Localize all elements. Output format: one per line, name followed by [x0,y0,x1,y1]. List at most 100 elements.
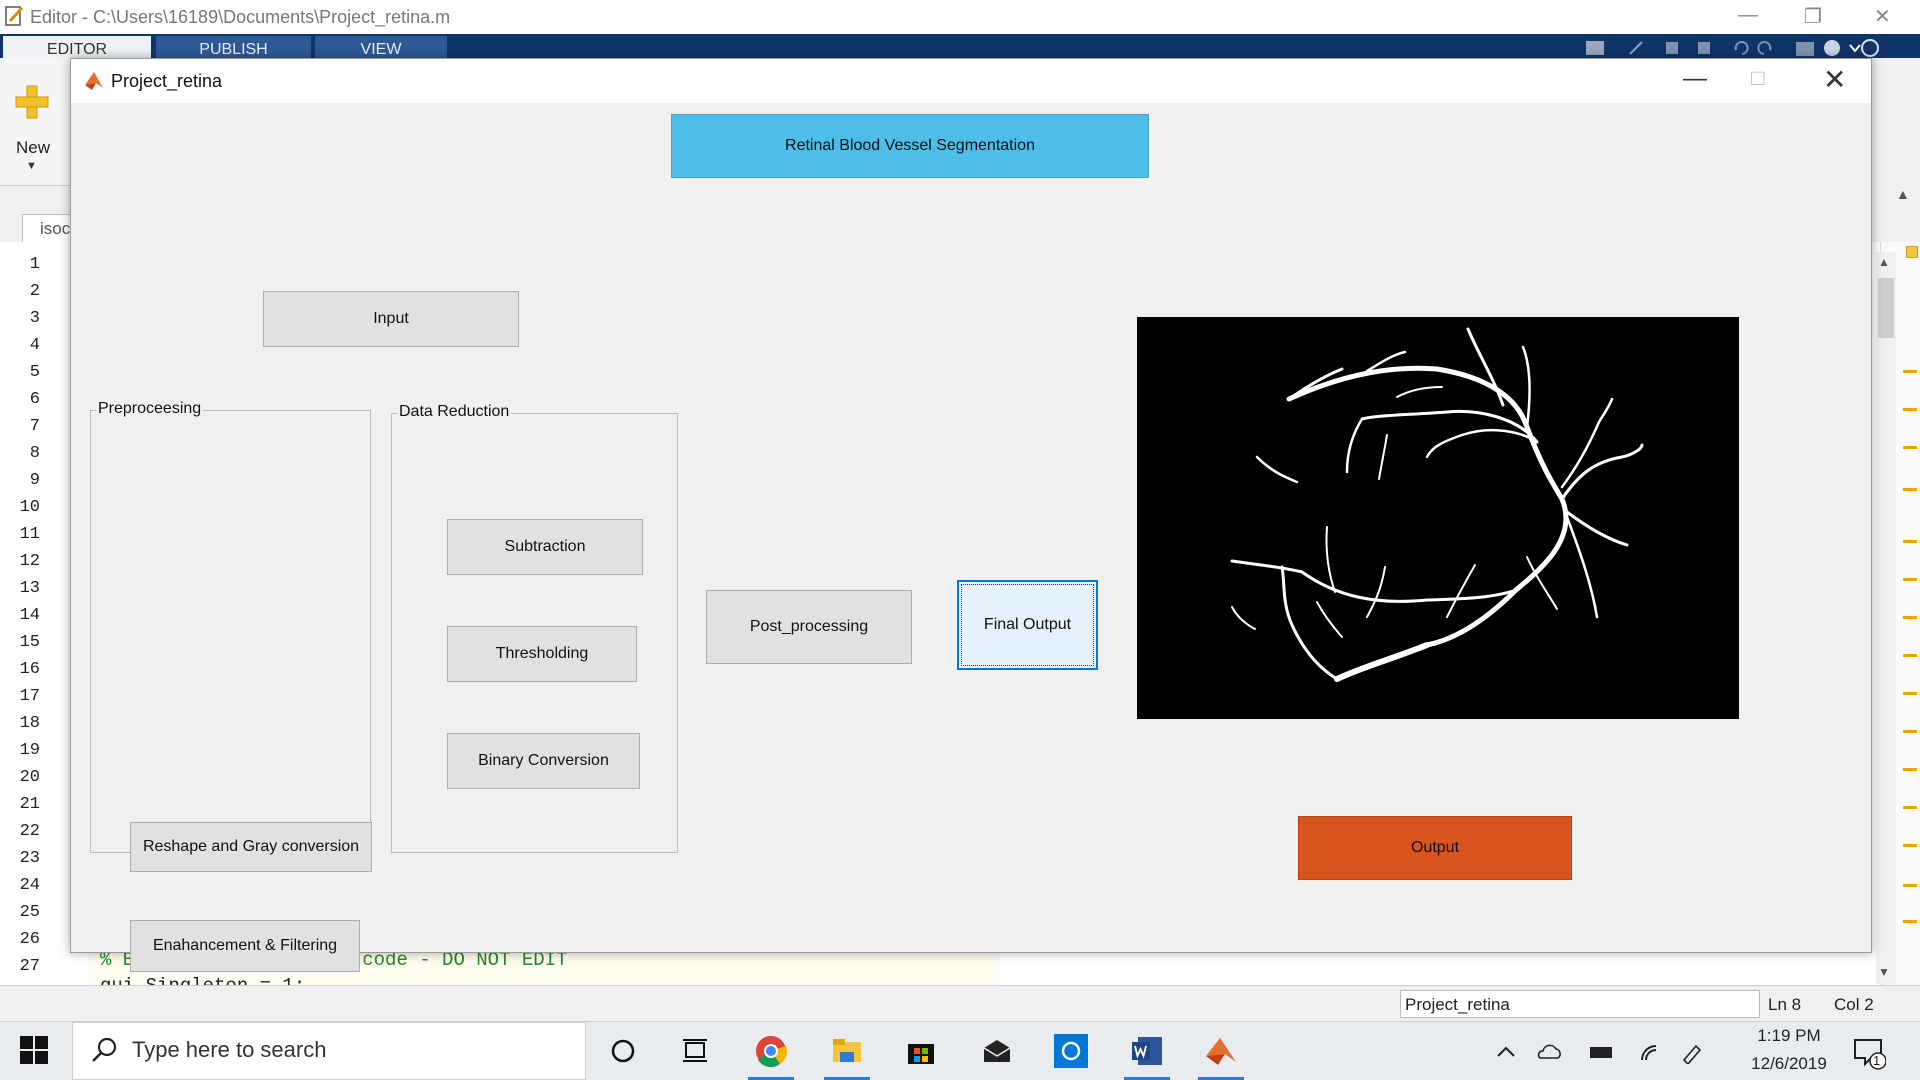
cortana-icon[interactable] [606,1034,640,1068]
store-icon[interactable] [904,1034,938,1068]
close-icon[interactable]: ✕ [1874,4,1891,29]
clock-date[interactable]: 12/6/2019 [1745,1054,1833,1074]
matlab-logo-icon [85,72,103,90]
warning-indicator-icon[interactable] [1906,246,1918,258]
line-number: 18 [19,714,40,733]
title-banner-button[interactable]: Retinal Blood Vessel Segmentation [671,114,1149,178]
pen-icon [1682,1044,1702,1064]
search-placeholder[interactable]: Type here to search [132,1037,326,1063]
restore-icon[interactable]: ❐ [1804,4,1822,29]
change-marker[interactable] [1903,446,1917,449]
post-processing-button[interactable]: Post_processing [706,590,912,664]
change-marker[interactable] [1903,884,1917,887]
line-number: 14 [19,606,40,625]
scroll-down-icon[interactable]: ▼ [1878,965,1890,979]
minimize-icon[interactable]: — [1683,65,1707,93]
editor-window-title: Editor - C:\Users\16189\Documents\Projec… [30,7,451,27]
chevron-down-icon[interactable]: ▼ [26,160,37,172]
subtraction-button[interactable]: Subtraction [447,519,643,575]
system-tray[interactable] [1496,1040,1736,1064]
vessel-segmentation-image [1137,317,1739,719]
collapse-icon[interactable]: ▲ [1896,186,1910,202]
onedrive-icon [1537,1044,1561,1059]
tab-publish[interactable]: PUBLISH [156,36,311,58]
line-number-gutter: 1 2 3 4 5 6 7 8 9 10 11 12 13 14 15 16 17 18 19 20 21 22 23 24 2… [0,242,50,1003]
tab-editor[interactable]: EDITOR [3,36,151,58]
notification-count: 1 [1873,1053,1881,1068]
new-button-label[interactable]: New [16,138,50,158]
chrome-icon[interactable] [754,1034,788,1068]
editor-app-icon [5,6,24,26]
final-output-button[interactable]: Final Output [957,580,1098,670]
figure-window: Project_retina — □ ✕ Retinal Blood Vesse… [70,58,1872,972]
change-marker[interactable] [1903,408,1917,411]
thresholding-button[interactable]: Thresholding [447,626,637,682]
figure-title-bar [71,59,1871,103]
line-number: 1 [29,255,40,274]
battery-icon [1590,1047,1612,1058]
tab-view[interactable]: VIEW [315,36,447,58]
line-number: 3 [29,309,40,328]
line-number: 19 [19,741,40,760]
switch-windows-icon [1796,42,1814,56]
figure-title: Project_retina [111,71,223,91]
output-button[interactable]: Output [1298,816,1572,880]
line-number: 17 [19,687,40,706]
windows-start-icon[interactable] [20,1036,48,1064]
mail-icon[interactable] [980,1034,1014,1068]
word-icon[interactable] [1130,1034,1164,1068]
line-number: 15 [19,633,40,652]
enhancement-filtering-button[interactable]: Enahancement & Filtering [130,920,360,972]
change-marker[interactable] [1903,578,1917,581]
change-marker[interactable] [1903,768,1917,771]
change-marker[interactable] [1903,616,1917,619]
change-marker[interactable] [1903,844,1917,847]
notification-center-icon[interactable] [1852,1036,1886,1070]
preprocessing-panel: Reshape and Gray conversion Enahancement… [90,410,372,972]
line-number: 9 [29,471,40,490]
preprocessing-panel-title: Preproceesing [96,400,204,418]
cut-icon [1629,41,1643,55]
clock-time[interactable]: 1:19 PM [1745,1026,1833,1046]
document-tab[interactable]: isoc [22,214,72,242]
change-marker[interactable] [1903,730,1917,733]
change-marker[interactable] [1903,806,1917,809]
outlook-icon[interactable] [1054,1034,1088,1068]
task-view-icon[interactable] [678,1034,712,1068]
change-marker[interactable] [1903,920,1917,923]
change-marker[interactable] [1903,692,1917,695]
status-file-name: Project_retina [1400,990,1760,1018]
line-number: 24 [19,876,40,895]
line-number: 22 [19,822,40,841]
line-number: 8 [29,444,40,463]
close-icon[interactable]: ✕ [1823,63,1846,96]
matlab-icon[interactable] [1204,1034,1238,1068]
line-number: 12 [19,552,40,571]
status-line: Ln 8 [1768,995,1802,1014]
file-explorer-icon[interactable] [830,1034,864,1068]
change-marker[interactable] [1903,654,1917,657]
copy-icon [1666,42,1678,54]
input-button[interactable]: Input [263,291,519,347]
maximize-icon[interactable]: □ [1751,65,1764,91]
search-icon [92,1037,117,1062]
line-number: 27 [19,957,40,976]
minimize-icon[interactable]: — [1738,4,1758,27]
binary-conversion-button[interactable]: Binary Conversion [447,733,640,789]
change-marker[interactable] [1903,488,1917,491]
scrollbar-thumb[interactable] [1878,278,1894,338]
line-number: 5 [29,363,40,382]
change-marker[interactable] [1903,370,1917,373]
undo-icon [1734,41,1749,55]
line-number: 25 [19,903,40,922]
line-number: 26 [19,930,40,949]
new-icon[interactable] [14,84,50,120]
status-column: Col 2 [1834,995,1874,1014]
editor-window-controls: — ❐ ✕ [1660,0,1920,34]
vertical-scrollbar[interactable] [1876,252,1896,984]
change-marker[interactable] [1903,540,1917,543]
reshape-gray-button[interactable]: Reshape and Gray conversion [130,822,372,872]
quick-access-toolbar[interactable] [1570,38,1880,58]
scroll-up-icon[interactable]: ▲ [1878,255,1890,269]
line-number: 11 [19,525,40,544]
